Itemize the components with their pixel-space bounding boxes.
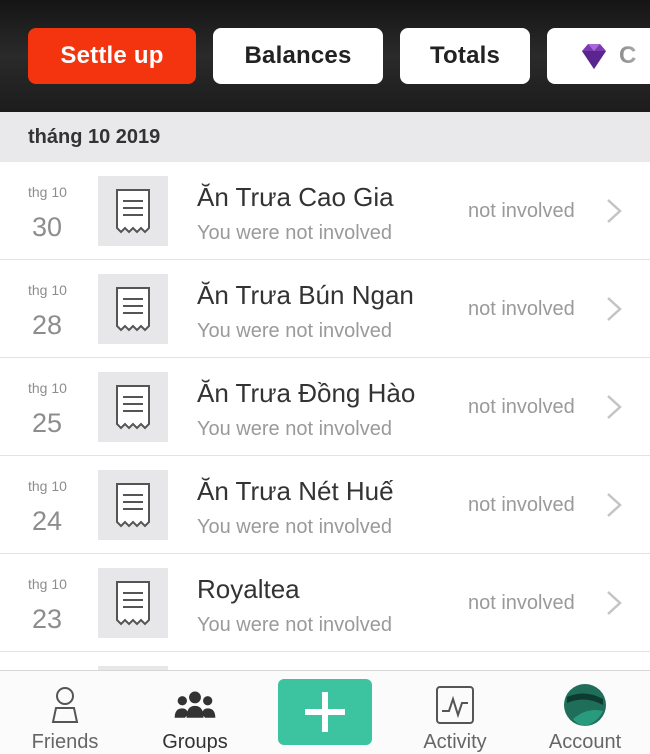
balances-label: Balances [244, 42, 352, 69]
receipt-icon [98, 470, 168, 540]
people-icon [173, 683, 217, 727]
expense-date-day: 23 [32, 604, 63, 634]
expense-subtitle: You were not involved [197, 418, 392, 440]
tab-activity[interactable]: Activity [405, 671, 505, 754]
expense-row[interactable]: thg 10 23 Royaltea You were not involved not… [0, 554, 650, 652]
settle-up-label: Settle up [60, 42, 164, 69]
chevron-right-icon [604, 590, 624, 616]
gem-icon [582, 44, 606, 69]
expense-list: thg 10 30 Ăn Trưa Cao Gia You were not invo… [0, 162, 650, 674]
expense-subtitle: You were not involved [197, 222, 392, 244]
expense-subtitle: You were not involved [197, 320, 392, 342]
expense-status: not involved [468, 298, 575, 320]
chevron-right-icon [604, 394, 624, 420]
totals-button[interactable]: Totals [400, 28, 530, 84]
receipt-icon [98, 568, 168, 638]
expense-date-day: 30 [32, 212, 63, 242]
expense-status: not involved [468, 200, 575, 222]
expense-subtitle: You were not involved [197, 614, 392, 636]
balances-button[interactable]: Balances [213, 28, 383, 84]
totals-label: Totals [429, 42, 501, 69]
settle-up-button[interactable]: Settle up [28, 28, 196, 84]
expense-date-day: 24 [32, 506, 63, 536]
expense-title: Ăn Trưa Bún Ngan [197, 280, 414, 310]
month-section-header: tháng 10 2019 [0, 112, 650, 162]
expense-date-month: thg 10 [28, 184, 67, 200]
expense-status: not involved [468, 494, 575, 516]
avatar-icon [563, 683, 607, 727]
chevron-right-icon [604, 492, 624, 518]
bottom-tab-bar: Friends Groups Activity Account [0, 670, 650, 754]
expense-status: not involved [468, 592, 575, 614]
expense-subtitle: You were not involved [197, 516, 392, 538]
expense-title: Ăn Trưa Nét Huế [197, 476, 394, 506]
expense-date-month: thg 10 [28, 282, 67, 298]
tab-account-label: Account [548, 731, 622, 753]
expense-row-partial [0, 652, 650, 674]
receipt-icon [98, 372, 168, 442]
plus-icon [305, 692, 345, 732]
tab-activity-label: Activity [423, 731, 487, 753]
receipt-icon [98, 176, 168, 246]
tab-groups-label: Groups [162, 731, 228, 753]
chevron-right-icon [604, 296, 624, 322]
expense-status: not involved [468, 396, 575, 418]
tab-friends[interactable]: Friends [20, 671, 110, 754]
expense-title: Royaltea [197, 574, 300, 604]
expense-date-month: thg 10 [28, 380, 67, 396]
tab-friends-label: Friends [31, 731, 99, 753]
chevron-right-icon [604, 198, 624, 224]
expense-row[interactable]: thg 10 30 Ăn Trưa Cao Gia You were not invo… [0, 162, 650, 260]
add-expense-button[interactable] [278, 679, 372, 745]
group-actions-bar: Settle up Balances Totals C [0, 0, 650, 112]
charts-button[interactable]: C [547, 28, 650, 84]
expense-date-month: thg 10 [28, 478, 67, 494]
expense-row[interactable]: thg 10 28 Ăn Trưa Bún Ngan You were not inv… [0, 260, 650, 358]
expense-date-day: 28 [32, 310, 63, 340]
expense-row[interactable]: thg 10 25 Ăn Trưa Đồng Hào You were not inv… [0, 358, 650, 456]
expense-date-day: 25 [32, 408, 63, 438]
expense-title: Ăn Trưa Đồng Hào [197, 378, 416, 408]
activity-chart-icon [433, 683, 477, 727]
expense-title: Ăn Trưa Cao Gia [197, 182, 394, 212]
month-header-label: tháng 10 2019 [28, 125, 161, 148]
expense-row[interactable]: thg 10 24 Ăn Trưa Nét Huế You were not invo… [0, 456, 650, 554]
person-icon [43, 683, 87, 727]
expense-date-month: thg 10 [28, 576, 67, 592]
overflow-fade [617, 28, 650, 84]
tab-groups[interactable]: Groups [150, 671, 240, 754]
receipt-icon [98, 274, 168, 344]
tab-account[interactable]: Account [535, 671, 635, 754]
